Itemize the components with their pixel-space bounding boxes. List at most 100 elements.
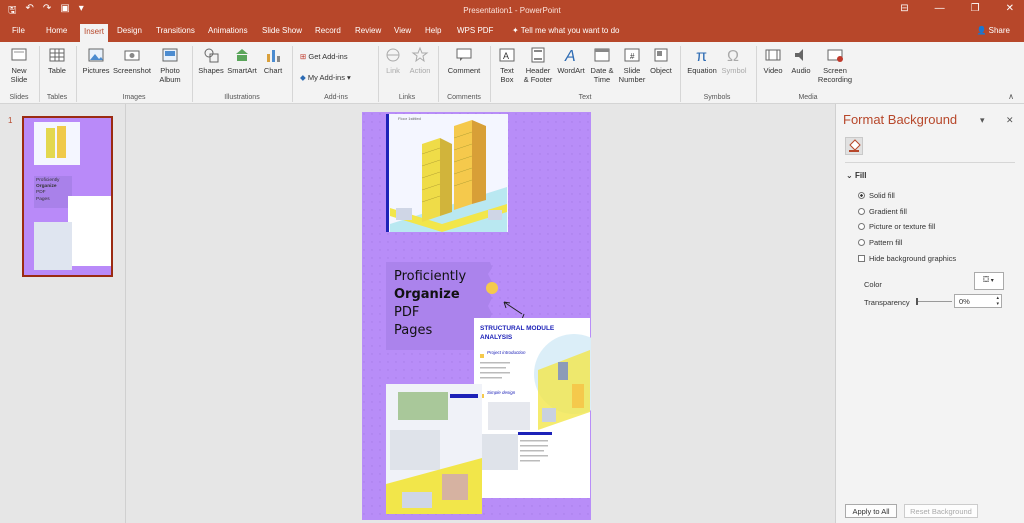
collapse-ribbon-icon[interactable]: ∧ [1008, 92, 1014, 101]
table-button[interactable]: Table [46, 46, 68, 75]
screen-recording-button[interactable]: Screen Recording [815, 46, 855, 84]
slide-canvas[interactable]: Floor 1stitled Proficiently Organize PDF… [362, 112, 591, 520]
tab-file[interactable]: File [12, 26, 25, 35]
color-picker-button[interactable]: ⛋ ▾ [974, 272, 1004, 290]
comment-label: Comment [447, 66, 481, 75]
action-button[interactable]: Action [408, 46, 432, 75]
screenshot-label: Screenshot [113, 66, 151, 75]
wordart-label: WordArt [557, 66, 585, 75]
radio-pattern-fill[interactable]: Pattern fill [858, 238, 902, 247]
radio-solid-fill[interactable]: Solid fill [858, 191, 895, 200]
close-icon[interactable]: ✕ [1006, 3, 1014, 14]
separator [438, 46, 439, 102]
get-addins-button[interactable]: ⊞ Get Add-ins [300, 52, 348, 61]
slide-number-button[interactable]: # Slide Number [618, 46, 646, 84]
smartart-button[interactable]: SmartArt [226, 46, 258, 75]
text-box-label: Text Box [500, 66, 514, 84]
header-footer-icon [531, 47, 545, 63]
wordart-button[interactable]: A WordArt [556, 46, 586, 75]
slide-text-block[interactable]: Proficiently Organize PDF Pages [394, 268, 466, 340]
share-label: Share [988, 26, 1010, 35]
ribbon: New Slide Slides Table Tables Pictures S… [0, 42, 1024, 104]
radio-label: Pattern fill [869, 238, 903, 247]
slide-number-label: Slide Number [618, 66, 646, 84]
close-pane-icon[interactable]: ✕ [1006, 115, 1014, 126]
tab-animations[interactable]: Animations [208, 26, 248, 35]
radio-indicator [858, 239, 865, 246]
tell-me-box[interactable]: ✦ Tell me what you want to do [512, 26, 620, 35]
color-label: Color [864, 280, 882, 289]
tab-wps-pdf[interactable]: WPS PDF [457, 26, 493, 35]
hide-background-graphics-checkbox[interactable]: Hide background graphics [858, 254, 956, 263]
chart-button[interactable]: Chart [261, 46, 285, 75]
date-time-label: Date & Time [590, 66, 614, 84]
spinner-icon[interactable]: ▴ ▾ [996, 295, 999, 307]
radio-gradient-fill[interactable]: Gradient fill [858, 207, 907, 216]
new-slide-icon [11, 48, 27, 61]
separator [490, 46, 491, 102]
pictures-button[interactable]: Pictures [82, 46, 110, 75]
group-links: Links [398, 94, 416, 101]
pane-options-chevron-icon[interactable]: ▾ [980, 115, 985, 126]
lightbulb-icon: ✦ [512, 26, 521, 35]
separator [192, 46, 193, 102]
tab-review[interactable]: Review [355, 26, 381, 35]
transparency-input[interactable]: 0% ▴ ▾ [954, 294, 1002, 308]
object-button[interactable]: Object [648, 46, 674, 75]
new-slide-label: New Slide [10, 66, 28, 84]
date-time-button[interactable]: Date & Time [589, 46, 615, 84]
slide-text-line-3: PDF [394, 305, 420, 320]
chevron-down-icon: ⌄ [846, 171, 855, 180]
share-button[interactable]: 👤 Share [976, 26, 1010, 35]
link-button[interactable]: Link [382, 46, 404, 75]
new-slide-button[interactable]: New Slide [8, 46, 30, 84]
tab-transitions[interactable]: Transitions [156, 26, 195, 35]
group-comments: Comments [447, 94, 481, 101]
fill-section-label: Fill [854, 171, 867, 180]
apply-to-all-button[interactable]: Apply to All [845, 504, 897, 518]
screen-recording-icon [827, 49, 843, 62]
group-addins: Add-ins [324, 94, 348, 101]
minimize-icon[interactable]: — [935, 3, 945, 14]
my-addins-button[interactable]: ◆ My Add-ins ▾ [300, 73, 351, 82]
addins-icon: ◆ [300, 73, 308, 82]
restore-icon[interactable]: ❐ [971, 3, 980, 14]
video-button[interactable]: Video [762, 46, 784, 75]
fill-tab[interactable] [845, 137, 863, 155]
screenshot-button[interactable]: Screenshot [113, 46, 151, 75]
reset-background-button[interactable]: Reset Background [904, 504, 978, 518]
svg-text:π: π [696, 48, 707, 64]
transparency-slider-thumb[interactable] [916, 298, 918, 305]
fill-section-header[interactable]: ⌄ Fill [846, 171, 867, 180]
photo-album-icon [162, 48, 178, 62]
separator [756, 46, 757, 102]
shapes-button[interactable]: Shapes [198, 46, 224, 75]
audio-button[interactable]: Audio [789, 46, 813, 75]
tab-home[interactable]: Home [46, 26, 67, 35]
slide-thumbnail[interactable]: Proficiently Organize PDF Pages [22, 116, 113, 277]
tab-slide-show[interactable]: Slide Show [262, 26, 302, 35]
radio-indicator [858, 223, 865, 230]
tab-view[interactable]: View [394, 26, 411, 35]
group-images: Images [122, 94, 146, 101]
radio-picture-texture-fill[interactable]: Picture or texture fill [858, 222, 935, 231]
slide-number-icon: # [624, 48, 640, 62]
symbol-button[interactable]: Ω Symbol [720, 46, 748, 75]
chevron-down-icon: ▾ [989, 278, 994, 284]
comment-button[interactable]: Comment [445, 46, 483, 75]
my-addins-label: My Add-ins [307, 73, 345, 82]
thumbnail-number: 1 [8, 116, 13, 125]
text-box-button[interactable]: A Text Box [496, 46, 518, 84]
photo-album-button[interactable]: Photo Album [156, 46, 184, 84]
tab-design[interactable]: Design [117, 26, 142, 35]
equation-button[interactable]: π Equation [686, 46, 718, 75]
tab-help[interactable]: Help [425, 26, 441, 35]
transparency-slider[interactable] [916, 301, 952, 302]
tab-record[interactable]: Record [315, 26, 341, 35]
ribbon-display-icon[interactable]: ⊟ [900, 3, 908, 14]
tab-insert[interactable]: Insert [80, 24, 109, 42]
thumb-card [68, 196, 111, 266]
pictures-label: Pictures [82, 66, 110, 75]
video-label: Video [763, 66, 783, 75]
header-footer-button[interactable]: Header & Footer [523, 46, 553, 84]
